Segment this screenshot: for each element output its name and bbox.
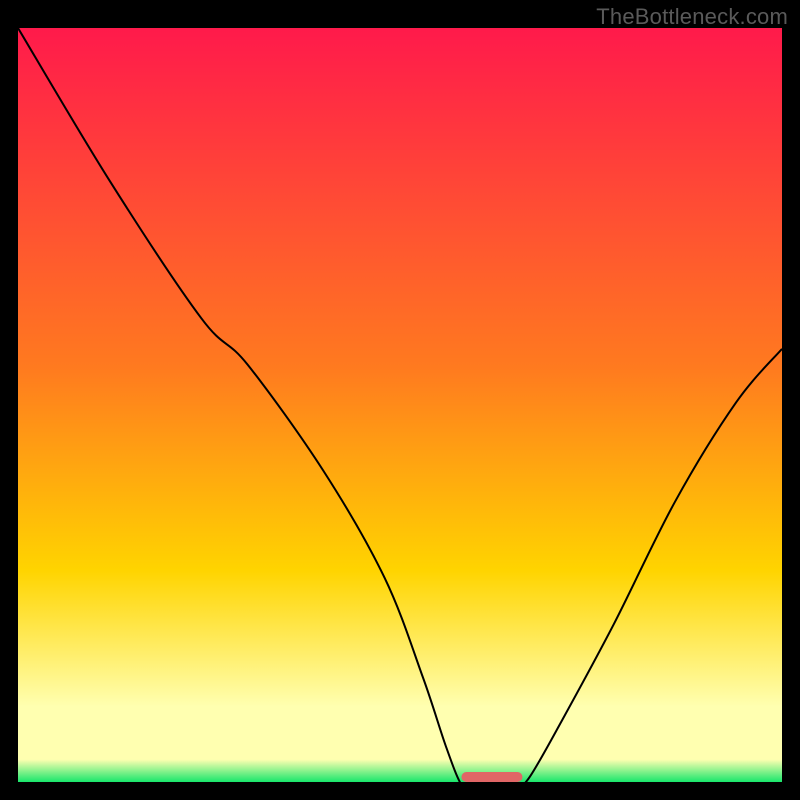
- plot-area: [18, 28, 782, 782]
- curve-path: [18, 28, 782, 782]
- watermark-text: TheBottleneck.com: [596, 4, 788, 30]
- bottleneck-curve: [18, 28, 782, 782]
- chart-frame: TheBottleneck.com: [0, 0, 800, 800]
- optimal-marker: [461, 772, 522, 782]
